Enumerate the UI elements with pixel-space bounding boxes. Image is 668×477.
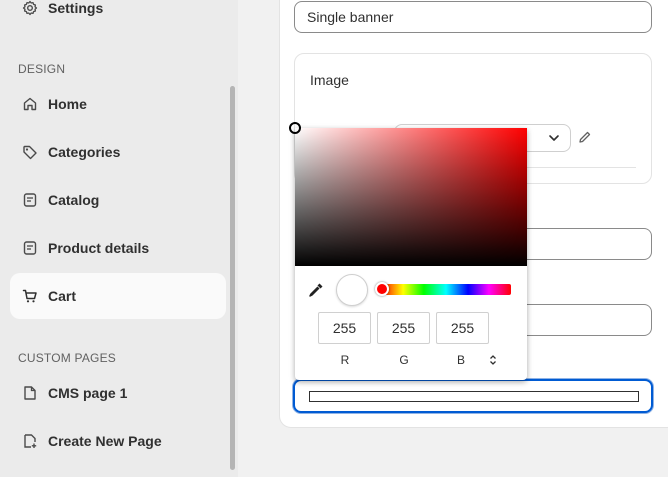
- sidebar-item-label: Categories: [48, 144, 121, 160]
- new-page-icon: [22, 433, 38, 449]
- cart-icon: [22, 288, 38, 304]
- sidebar-item-label: Product details: [48, 240, 150, 256]
- chevron-down-icon[interactable]: [547, 131, 561, 145]
- saturation-area[interactable]: [289, 122, 527, 266]
- blue-input[interactable]: 255: [436, 312, 489, 344]
- text-field[interactable]: [520, 228, 652, 260]
- color-swatch: [336, 274, 368, 306]
- color-input[interactable]: [293, 379, 653, 413]
- sidebar-item-label: Catalog: [48, 192, 100, 208]
- red-input[interactable]: 255: [318, 312, 371, 344]
- green-input[interactable]: 255: [377, 312, 430, 344]
- saturation-handle[interactable]: [289, 122, 301, 134]
- document-icon: [22, 192, 38, 208]
- home-icon: [22, 96, 38, 112]
- sidebar-item-label: Create New Page: [48, 433, 162, 449]
- sidebar-scrollbar[interactable]: [230, 86, 235, 470]
- section-title-design: DESIGN: [18, 62, 66, 76]
- hue-handle[interactable]: [375, 282, 389, 296]
- tag-icon: [22, 144, 38, 160]
- page-icon: [22, 385, 38, 401]
- gear-icon: [22, 0, 38, 16]
- document-icon: [22, 240, 38, 256]
- sidebar-item-label: Cart: [48, 288, 77, 304]
- sidebar-item-categories[interactable]: Categories: [10, 129, 226, 175]
- sidebar-item-cms-page-1[interactable]: CMS page 1: [10, 370, 226, 416]
- mode-toggle-icon[interactable]: [488, 354, 498, 366]
- sidebar-item-label: CMS page 1: [48, 385, 128, 401]
- color-picker: 255 255 255 R G B: [289, 122, 527, 380]
- red-label: R: [340, 353, 350, 367]
- text-field[interactable]: [520, 304, 652, 336]
- section-title-custom-pages: CUSTOM PAGES: [18, 351, 116, 365]
- hue-slider[interactable]: [381, 284, 511, 295]
- pencil-icon[interactable]: [577, 129, 593, 145]
- sidebar-item-label: Settings: [48, 0, 104, 16]
- title-input[interactable]: Single banner: [294, 1, 652, 33]
- sidebar: Settings DESIGN Home Categories Catalog …: [0, 0, 238, 477]
- green-label: G: [399, 353, 409, 367]
- sidebar-item-home[interactable]: Home: [10, 81, 226, 127]
- sidebar-item-catalog[interactable]: Catalog: [10, 177, 226, 223]
- eyedropper-icon[interactable]: [307, 281, 325, 299]
- sidebar-item-create-new-page[interactable]: Create New Page: [10, 418, 226, 464]
- sidebar-item-cart[interactable]: Cart: [10, 273, 226, 319]
- color-preview: [309, 391, 639, 402]
- image-label: Image: [310, 72, 349, 88]
- sidebar-item-product-details[interactable]: Product details: [10, 225, 226, 271]
- blue-label: B: [456, 353, 465, 367]
- sidebar-item-settings[interactable]: Settings: [10, 0, 226, 31]
- sidebar-item-label: Home: [48, 96, 87, 112]
